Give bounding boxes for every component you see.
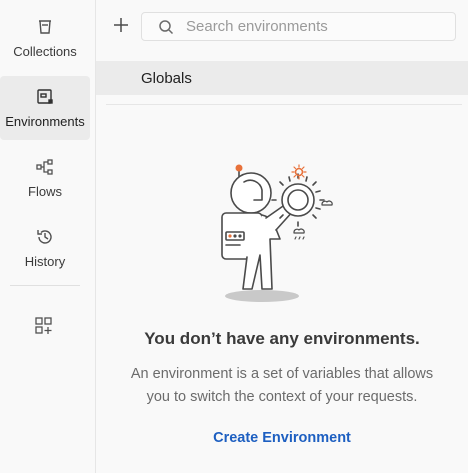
sidebar-item-environments[interactable]: Environments — [0, 76, 90, 140]
empty-state-title: You don’t have any environments. — [144, 329, 420, 348]
sidebar-item-label: History — [24, 254, 66, 269]
sidebar-item-label: Collections — [13, 44, 77, 59]
environment-icon — [34, 86, 56, 108]
globals-label: Globals — [141, 69, 192, 87]
app-window: Collections Environments Flows History S… — [0, 0, 468, 473]
create-environment-plus-button[interactable] — [110, 14, 132, 36]
add-apps-icon[interactable] — [33, 315, 55, 337]
empty-state-description-line: you to switch the context of your reques… — [146, 389, 418, 405]
divider — [106, 104, 462, 105]
sidebar-item-label: Flows — [28, 184, 62, 199]
empty-state-description-line: An environment is a set of variables tha… — [130, 366, 434, 382]
collections-icon — [34, 16, 56, 38]
search-icon — [159, 19, 174, 34]
astronaut-illustration — [221, 164, 333, 302]
environments-panel: Globals — [96, 0, 468, 473]
history-icon — [34, 226, 56, 248]
globals-item[interactable]: Globals — [96, 61, 468, 95]
create-environment-link[interactable]: Create Environment — [96, 430, 468, 446]
empty-state-description: An environment is a set of variables tha… — [96, 363, 468, 409]
sidebar-item-collections[interactable]: Collections — [0, 6, 90, 70]
flows-icon — [34, 156, 56, 178]
search-input[interactable] — [186, 18, 426, 35]
sidebar-item-flows[interactable]: Flows — [0, 146, 90, 210]
search-box — [141, 12, 456, 41]
sidebar-rail: Collections Environments Flows History — [0, 0, 96, 473]
sidebar-item-label: Environments — [5, 114, 85, 129]
sidebar-item-history[interactable]: History — [0, 216, 90, 280]
sidebar-divider — [10, 285, 80, 286]
